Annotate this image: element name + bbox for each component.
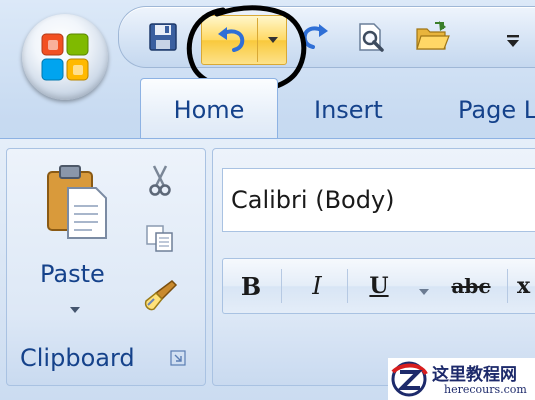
watermark-logo-icon [391,361,428,397]
scissors-icon [149,165,171,196]
watermark-url: herecours.com [444,383,527,396]
undo-split-divider [257,18,258,62]
site-watermark: 这里教程网 herecours.com [388,358,535,400]
cut-button[interactable] [138,160,182,200]
undo-split-button[interactable] [201,15,287,65]
office-logo-icon [41,33,89,81]
undo-dropdown-button[interactable] [259,16,286,64]
customize-qat-icon[interactable] [506,34,520,48]
underline-button[interactable]: U [357,265,401,307]
office-button[interactable] [22,14,108,100]
watermark-title: 这里教程网 [432,365,517,385]
undo-icon [218,27,245,52]
save-button[interactable] [145,19,181,55]
font-name-combobox[interactable]: Calibri (Body) [222,168,535,232]
chevron-down-icon [419,289,429,295]
underline-dropdown-button[interactable] [419,281,429,300]
format-separator [281,269,282,303]
clipboard-group-label: Clipboard [20,344,135,372]
italic-button[interactable]: I [295,265,339,307]
chevron-down-icon [267,37,278,43]
format-painter-icon [144,280,178,311]
format-separator [347,269,348,303]
save-icon [149,23,177,51]
subscript-button[interactable]: x [517,265,535,307]
paste-label[interactable]: Paste [40,260,105,288]
quick-access-toolbar [118,6,535,68]
dialog-launcher-icon[interactable] [170,350,186,366]
paste-icon [47,165,107,239]
open-folder-icon [416,21,450,50]
print-preview-icon [359,23,384,52]
paste-dropdown-icon[interactable] [70,306,80,314]
redo-icon [302,24,328,49]
copy-button[interactable] [138,218,182,258]
open-button[interactable] [415,19,451,55]
tab-home[interactable]: Home [140,78,278,141]
format-separator [507,269,508,303]
copy-icon [146,225,173,252]
tab-insert[interactable]: Insert [314,82,383,138]
font-format-toolbar: B I U abc x [222,258,535,314]
print-preview-button[interactable] [353,19,389,55]
word-ribbon-window: Home Insert Page L Paste Clipboard Calib… [0,0,535,400]
tab-page-layout[interactable]: Page L [458,82,535,138]
format-painter-button[interactable] [138,276,182,316]
strikethrough-button[interactable]: abc [445,265,497,307]
bold-button[interactable]: B [229,265,273,307]
redo-button[interactable] [297,19,333,55]
undo-button[interactable] [208,22,254,58]
